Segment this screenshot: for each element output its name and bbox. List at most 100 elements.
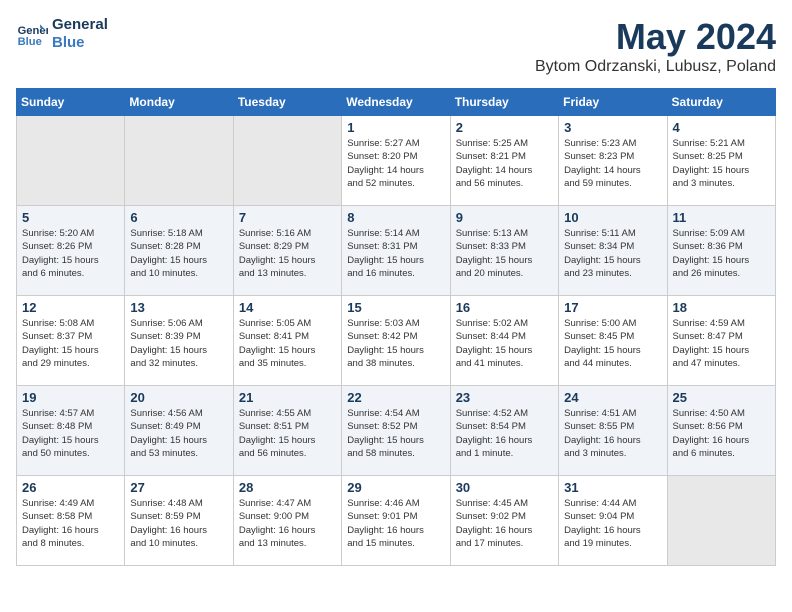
calendar-header: SundayMondayTuesdayWednesdayThursdayFrid… <box>17 89 776 116</box>
day-number: 9 <box>456 210 553 225</box>
day-number: 6 <box>130 210 227 225</box>
day-info: Sunrise: 4:45 AMSunset: 9:02 PMDaylight:… <box>456 497 553 550</box>
day-info: Sunrise: 4:50 AMSunset: 8:56 PMDaylight:… <box>673 407 770 460</box>
day-info: Sunrise: 5:03 AMSunset: 8:42 PMDaylight:… <box>347 317 444 370</box>
location-subtitle: Bytom Odrzanski, Lubusz, Poland <box>535 58 776 76</box>
day-info: Sunrise: 5:14 AMSunset: 8:31 PMDaylight:… <box>347 227 444 280</box>
calendar-cell: 12Sunrise: 5:08 AMSunset: 8:37 PMDayligh… <box>17 296 125 386</box>
calendar-cell <box>125 116 233 206</box>
day-number: 29 <box>347 480 444 495</box>
day-number: 31 <box>564 480 661 495</box>
day-info: Sunrise: 4:46 AMSunset: 9:01 PMDaylight:… <box>347 497 444 550</box>
day-number: 27 <box>130 480 227 495</box>
day-number: 12 <box>22 300 119 315</box>
calendar-cell: 30 Sunrise: 4:45 AMSunset: 9:02 PMDayligh… <box>450 476 558 566</box>
day-info: Sunrise: 4:48 AMSunset: 8:59 PMDaylight:… <box>130 497 227 550</box>
day-info: Sunrise: 4:56 AMSunset: 8:49 PMDaylight:… <box>130 407 227 460</box>
day-info: Sunrise: 5:00 AMSunset: 8:45 PMDaylight:… <box>564 317 661 370</box>
calendar-cell: 24 Sunrise: 4:51 AMSunset: 8:55 PMDayligh… <box>559 386 667 476</box>
day-number: 28 <box>239 480 336 495</box>
calendar-cell: 3Sunrise: 5:23 AMSunset: 8:23 PMDaylight… <box>559 116 667 206</box>
day-number: 1 <box>347 120 444 135</box>
weekday-header-thursday: Thursday <box>450 89 558 116</box>
calendar-cell: 17Sunrise: 5:00 AMSunset: 8:45 PMDayligh… <box>559 296 667 386</box>
calendar-week-row: 5 Sunrise: 5:20 AMSunset: 8:26 PMDaylight… <box>17 206 776 296</box>
day-info: Sunrise: 5:18 AMSunset: 8:28 PMDaylight:… <box>130 227 227 280</box>
day-info: Sunrise: 4:44 AMSunset: 9:04 PMDaylight:… <box>564 497 661 550</box>
calendar-cell: 15 Sunrise: 5:03 AMSunset: 8:42 PMDayligh… <box>342 296 450 386</box>
calendar-cell: 25Sunrise: 4:50 AMSunset: 8:56 PMDayligh… <box>667 386 775 476</box>
day-number: 24 <box>564 390 661 405</box>
calendar-cell: 28 Sunrise: 4:47 AMSunset: 9:00 PMDayligh… <box>233 476 341 566</box>
calendar-body: 1 Sunrise: 5:27 AMSunset: 8:20 PMDaylight… <box>17 116 776 566</box>
day-number: 3 <box>564 120 661 135</box>
calendar-cell: 29 Sunrise: 4:46 AMSunset: 9:01 PMDayligh… <box>342 476 450 566</box>
day-info: Sunrise: 5:27 AMSunset: 8:20 PMDaylight:… <box>347 137 444 190</box>
day-number: 4 <box>673 120 770 135</box>
calendar-cell: 8 Sunrise: 5:14 AMSunset: 8:31 PMDaylight… <box>342 206 450 296</box>
day-info: Sunrise: 4:51 AMSunset: 8:55 PMDaylight:… <box>564 407 661 460</box>
day-info: Sunrise: 5:11 AMSunset: 8:34 PMDaylight:… <box>564 227 661 280</box>
day-number: 30 <box>456 480 553 495</box>
day-info: Sunrise: 5:09 AMSunset: 8:36 PMDaylight:… <box>673 227 770 280</box>
calendar-week-row: 1 Sunrise: 5:27 AMSunset: 8:20 PMDaylight… <box>17 116 776 206</box>
calendar-cell: 22Sunrise: 4:54 AMSunset: 8:52 PMDayligh… <box>342 386 450 476</box>
day-number: 20 <box>130 390 227 405</box>
day-info: Sunrise: 5:02 AMSunset: 8:44 PMDaylight:… <box>456 317 553 370</box>
day-number: 26 <box>22 480 119 495</box>
title-block: May 2024 Bytom Odrzanski, Lubusz, Poland <box>535 16 776 76</box>
calendar-cell: 5 Sunrise: 5:20 AMSunset: 8:26 PMDaylight… <box>17 206 125 296</box>
day-number: 8 <box>347 210 444 225</box>
page-header: General Blue General Blue May 2024 Bytom… <box>16 16 776 76</box>
calendar-cell: 13Sunrise: 5:06 AMSunset: 8:39 PMDayligh… <box>125 296 233 386</box>
day-number: 11 <box>673 210 770 225</box>
calendar-cell: 1 Sunrise: 5:27 AMSunset: 8:20 PMDaylight… <box>342 116 450 206</box>
calendar-cell: 14Sunrise: 5:05 AMSunset: 8:41 PMDayligh… <box>233 296 341 386</box>
day-info: Sunrise: 5:05 AMSunset: 8:41 PMDaylight:… <box>239 317 336 370</box>
day-info: Sunrise: 4:54 AMSunset: 8:52 PMDaylight:… <box>347 407 444 460</box>
day-number: 7 <box>239 210 336 225</box>
calendar-cell: 6 Sunrise: 5:18 AMSunset: 8:28 PMDaylight… <box>125 206 233 296</box>
day-info: Sunrise: 5:25 AMSunset: 8:21 PMDaylight:… <box>456 137 553 190</box>
weekday-header-saturday: Saturday <box>667 89 775 116</box>
day-info: Sunrise: 5:13 AMSunset: 8:33 PMDaylight:… <box>456 227 553 280</box>
day-info: Sunrise: 4:55 AMSunset: 8:51 PMDaylight:… <box>239 407 336 460</box>
calendar-cell: 23Sunrise: 4:52 AMSunset: 8:54 PMDayligh… <box>450 386 558 476</box>
calendar-cell: 10Sunrise: 5:11 AMSunset: 8:34 PMDayligh… <box>559 206 667 296</box>
calendar-cell: 7 Sunrise: 5:16 AMSunset: 8:29 PMDaylight… <box>233 206 341 296</box>
day-number: 23 <box>456 390 553 405</box>
month-title: May 2024 <box>535 16 776 58</box>
calendar-cell <box>667 476 775 566</box>
weekday-header-sunday: Sunday <box>17 89 125 116</box>
logo-icon: General Blue <box>16 18 48 50</box>
day-number: 15 <box>347 300 444 315</box>
calendar-cell: 27 Sunrise: 4:48 AMSunset: 8:59 PMDayligh… <box>125 476 233 566</box>
day-info: Sunrise: 5:06 AMSunset: 8:39 PMDaylight:… <box>130 317 227 370</box>
calendar-cell: 4Sunrise: 5:21 AMSunset: 8:25 PMDaylight… <box>667 116 775 206</box>
weekday-header-wednesday: Wednesday <box>342 89 450 116</box>
day-info: Sunrise: 4:49 AMSunset: 8:58 PMDaylight:… <box>22 497 119 550</box>
logo-general: General <box>52 16 108 34</box>
day-info: Sunrise: 5:20 AMSunset: 8:26 PMDaylight:… <box>22 227 119 280</box>
day-info: Sunrise: 4:57 AMSunset: 8:48 PMDaylight:… <box>22 407 119 460</box>
day-info: Sunrise: 4:59 AMSunset: 8:47 PMDaylight:… <box>673 317 770 370</box>
day-number: 21 <box>239 390 336 405</box>
weekday-header-tuesday: Tuesday <box>233 89 341 116</box>
calendar-cell: 9 Sunrise: 5:13 AMSunset: 8:33 PMDaylight… <box>450 206 558 296</box>
day-info: Sunrise: 5:16 AMSunset: 8:29 PMDaylight:… <box>239 227 336 280</box>
calendar-cell: 20 Sunrise: 4:56 AMSunset: 8:49 PMDayligh… <box>125 386 233 476</box>
logo: General Blue General Blue <box>16 16 108 52</box>
calendar-cell: 18 Sunrise: 4:59 AMSunset: 8:47 PMDayligh… <box>667 296 775 386</box>
calendar-week-row: 26 Sunrise: 4:49 AMSunset: 8:58 PMDayligh… <box>17 476 776 566</box>
calendar-week-row: 19Sunrise: 4:57 AMSunset: 8:48 PMDayligh… <box>17 386 776 476</box>
day-number: 5 <box>22 210 119 225</box>
day-number: 2 <box>456 120 553 135</box>
calendar-cell: 19Sunrise: 4:57 AMSunset: 8:48 PMDayligh… <box>17 386 125 476</box>
day-info: Sunrise: 4:47 AMSunset: 9:00 PMDaylight:… <box>239 497 336 550</box>
logo-blue: Blue <box>52 34 108 52</box>
calendar-cell: 31 Sunrise: 4:44 AMSunset: 9:04 PMDayligh… <box>559 476 667 566</box>
calendar-cell: 16Sunrise: 5:02 AMSunset: 8:44 PMDayligh… <box>450 296 558 386</box>
day-number: 18 <box>673 300 770 315</box>
calendar-week-row: 12Sunrise: 5:08 AMSunset: 8:37 PMDayligh… <box>17 296 776 386</box>
calendar-cell: 26 Sunrise: 4:49 AMSunset: 8:58 PMDayligh… <box>17 476 125 566</box>
